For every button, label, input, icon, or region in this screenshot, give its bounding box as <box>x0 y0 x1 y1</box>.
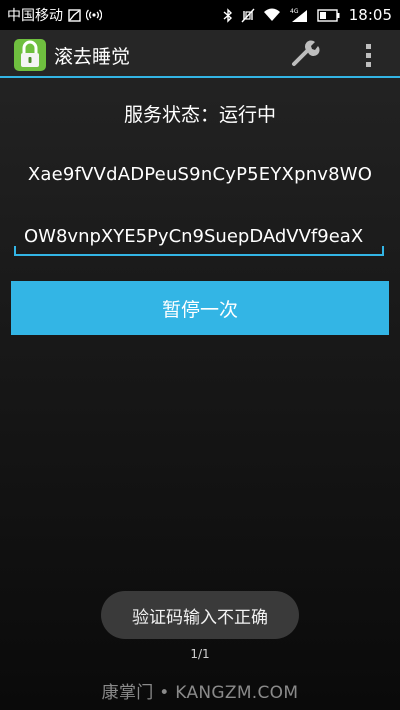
overflow-dot <box>365 43 371 49</box>
battery-icon <box>317 8 341 22</box>
pause-once-button[interactable]: 暂停一次 <box>11 281 389 335</box>
verification-code-display: Xae9fVVdADPeuS9nCyP5EYXpnv8WO <box>27 164 373 185</box>
action-bar: 滚去睡觉 <box>0 30 400 78</box>
bluetooth-icon <box>223 7 233 23</box>
wrench-icon <box>290 38 320 72</box>
lock-app-icon[interactable] <box>13 38 47 72</box>
vibrate-off-icon <box>241 8 255 23</box>
hotspot-icon <box>86 8 102 22</box>
clock: 18:05 <box>348 6 392 24</box>
input-edge-right <box>382 246 384 256</box>
page-counter: 1/1 <box>190 647 210 661</box>
wifi-icon <box>263 8 281 22</box>
watermark-text: 康掌门 • KANGZM.COM <box>101 683 299 703</box>
app-screen: 中国移动 4G 18:05 滚去睡觉 服务状态：运行中 Xae9fVVdADPe… <box>0 0 400 710</box>
app-title: 滚去睡觉 <box>54 46 131 68</box>
status-bar-right: 4G 18:05 <box>223 0 392 30</box>
overflow-dot <box>365 52 371 58</box>
picture-icon <box>68 8 81 22</box>
error-toast: 验证码输入不正确 <box>101 591 299 639</box>
overflow-dot <box>365 61 371 67</box>
overflow-menu-button[interactable] <box>356 38 380 72</box>
settings-wrench-button[interactable] <box>288 38 322 72</box>
signal-icon: 4G <box>289 7 309 23</box>
service-status-text: 服务状态：运行中 <box>123 104 276 126</box>
status-bar-left: 中国移动 <box>0 5 102 25</box>
code-input-field[interactable] <box>14 222 384 256</box>
status-bar: 中国移动 4G 18:05 <box>0 0 400 30</box>
carrier-name: 中国移动 <box>7 8 63 24</box>
network-type-label: 4G <box>290 8 299 15</box>
